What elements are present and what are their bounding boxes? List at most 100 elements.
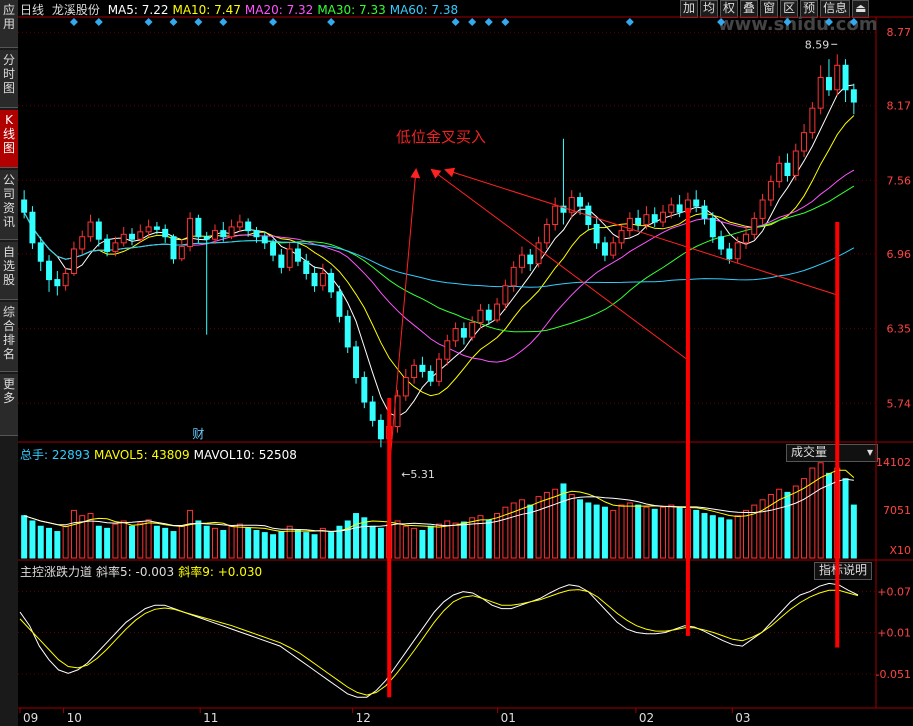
candle-body <box>70 248 77 274</box>
volume-bar <box>593 504 600 559</box>
volume-bar <box>850 504 857 559</box>
candle-body <box>469 321 476 338</box>
volume-bar <box>577 499 584 559</box>
candle-body <box>701 205 708 219</box>
kline-chart[interactable]: www.shidu.com 8.778.177.566.966.355.748.5… <box>18 0 913 726</box>
sidebar-tab-0[interactable]: 应用 <box>0 0 18 48</box>
indicator-line <box>19 582 859 698</box>
candle-body <box>129 233 135 240</box>
volume-bar <box>261 532 268 559</box>
candle-body <box>369 401 376 421</box>
candle-body <box>311 272 318 287</box>
candle-body <box>809 107 816 134</box>
annotation-arrow <box>444 167 838 296</box>
volume-bar <box>46 527 53 559</box>
candle-body <box>751 217 758 235</box>
x-axis-label: 09 <box>23 711 38 725</box>
volume-bar <box>718 517 725 559</box>
sidebar-tab-char: 图 <box>2 81 15 95</box>
candle-body <box>651 214 658 223</box>
volume-bar <box>726 519 733 559</box>
candle-body <box>801 132 808 152</box>
candle-body <box>709 217 716 238</box>
candle-body <box>411 364 418 379</box>
candle-body <box>485 309 492 321</box>
candle-body <box>236 221 243 228</box>
ma-line-ma20 <box>23 169 855 363</box>
candle-body <box>518 254 525 268</box>
sidebar-tab-4[interactable]: 自选股 <box>0 242 18 300</box>
candle-body <box>211 230 218 240</box>
candle-body <box>79 236 86 250</box>
volume-bar <box>535 496 542 559</box>
volume-bar <box>842 478 849 559</box>
candle-body <box>187 217 194 248</box>
candle-body <box>593 223 600 244</box>
price-tick-label: 8.77 <box>887 26 912 39</box>
volume-bar <box>759 499 766 559</box>
x-axis-label: 01 <box>501 711 516 725</box>
event-diamond-icon <box>219 18 228 26</box>
finance-marker-label: 财 <box>192 427 204 441</box>
event-diamond-icon <box>144 18 153 26</box>
event-diamond-icon <box>625 18 634 26</box>
sidebar-tab-5[interactable]: 综合排名 <box>0 302 18 372</box>
candle-body <box>477 309 484 323</box>
volume-bar <box>651 508 658 559</box>
price-tick-label: 6.96 <box>887 248 912 261</box>
candle-body <box>261 236 268 244</box>
candle-body <box>510 266 517 287</box>
volume-bar <box>369 525 376 559</box>
candle-body <box>319 272 326 287</box>
sidebar-tab-char: 用 <box>2 17 15 31</box>
sidebar-tab-2[interactable]: K线图 <box>0 110 18 168</box>
sidebar-tab-char: K <box>5 113 13 127</box>
candle-body <box>817 77 824 109</box>
candle-body <box>336 291 343 317</box>
candle-body <box>767 181 774 201</box>
indicator-line <box>19 589 859 696</box>
price-tick-label: 6.35 <box>887 323 912 336</box>
indicator-tick-label: +0.01 <box>877 626 911 639</box>
volume-bar <box>436 523 442 559</box>
candle-body <box>104 238 111 252</box>
event-diamond-icon <box>194 18 203 26</box>
candle-body <box>693 199 700 207</box>
candle-body <box>577 197 584 207</box>
annotation-arrow <box>388 168 421 471</box>
volume-bar <box>618 504 625 559</box>
candle-body <box>303 260 310 274</box>
sidebar-tab-1[interactable]: 分时图 <box>0 50 18 108</box>
sidebar-tab-char: 名 <box>2 347 15 361</box>
sidebar-tab-6[interactable]: 更多 <box>0 374 18 436</box>
volume-bar <box>626 502 633 559</box>
volume-bar <box>734 515 741 559</box>
volume-bar <box>411 527 418 559</box>
volume-bar <box>311 534 318 559</box>
volume-bar <box>494 513 501 559</box>
volume-bar <box>709 515 716 559</box>
candle-body <box>436 358 442 382</box>
volume-bar <box>792 485 799 559</box>
low-price-label: ←5.31 <box>401 468 435 481</box>
volume-tick-label: 7051 <box>883 504 911 517</box>
volume-bar <box>137 522 144 559</box>
volume-bar <box>552 488 559 559</box>
candle-body <box>270 242 277 256</box>
price-tick-label: 5.74 <box>887 397 912 410</box>
sidebar-tab-3[interactable]: 公司资讯 <box>0 170 18 240</box>
candle-body <box>610 242 617 256</box>
candle-body <box>743 233 749 244</box>
sidebar-tab-char: 图 <box>2 141 15 155</box>
sidebar-tab-char: 合 <box>2 319 15 333</box>
indicator-tick-label: -0.051 <box>876 668 911 681</box>
candle-body <box>402 377 409 397</box>
sidebar-tab-char: 分 <box>2 53 15 67</box>
volume-bar <box>37 525 44 559</box>
volume-bar <box>801 478 808 559</box>
candle-body <box>137 231 144 240</box>
volume-bar <box>344 520 351 559</box>
candle-body <box>834 64 841 91</box>
candle-body <box>444 340 451 360</box>
price-tick-label: 7.56 <box>887 174 912 187</box>
